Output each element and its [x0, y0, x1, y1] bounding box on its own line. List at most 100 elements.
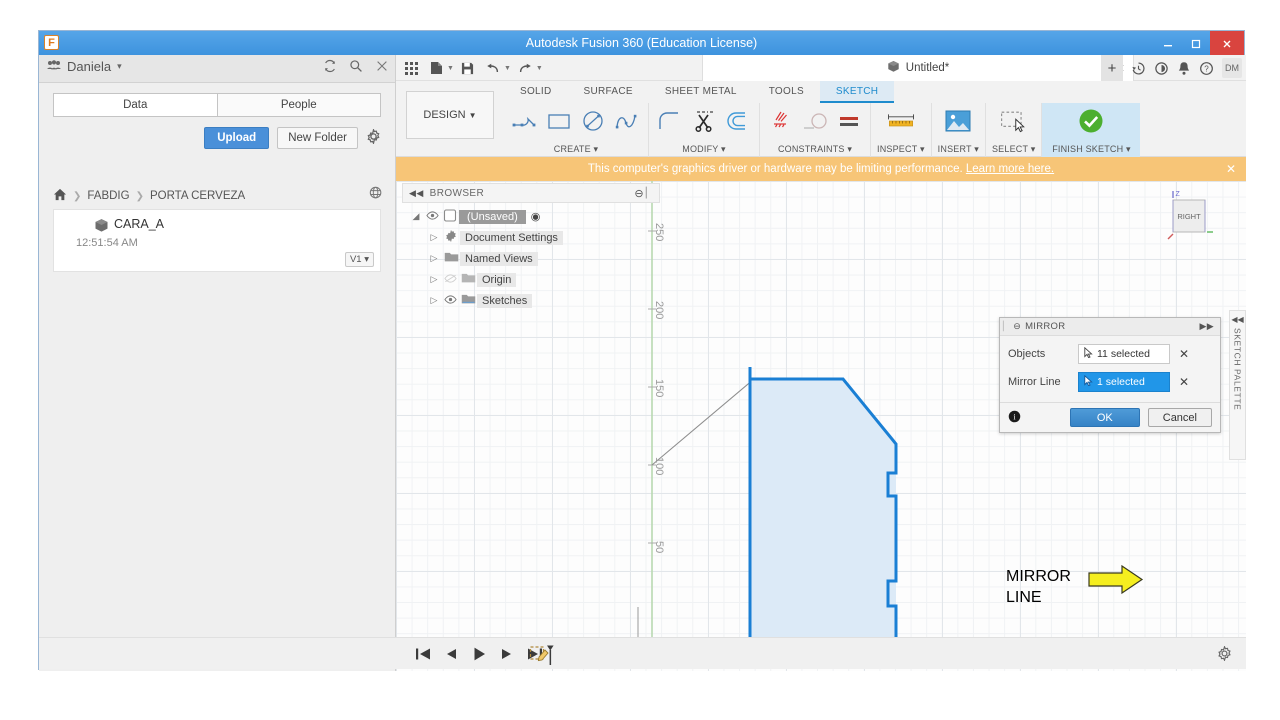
tab-sheet-metal[interactable]: SHEET METAL [649, 81, 753, 103]
active-component-radio[interactable]: ◉ [531, 210, 541, 223]
tab-surface[interactable]: SURFACE [568, 81, 649, 103]
redo-icon[interactable] [514, 57, 536, 79]
home-icon[interactable] [53, 188, 67, 204]
visibility-eye-icon[interactable] [442, 294, 459, 307]
visibility-eye-icon[interactable] [424, 210, 441, 223]
step-forward-icon[interactable] [499, 647, 515, 661]
circle-icon[interactable] [578, 106, 608, 136]
document-tab[interactable]: Untitled* ✕ [702, 55, 1134, 81]
tab-solid[interactable]: SOLID [504, 81, 568, 103]
insert-image-icon[interactable] [943, 106, 973, 136]
browser-resize-handle[interactable]: ▏ [646, 188, 654, 199]
rectangle-icon[interactable] [544, 106, 574, 136]
cancel-button[interactable]: Cancel [1147, 408, 1212, 427]
help-clock-icon[interactable] [1154, 61, 1169, 76]
browser-row-sketches[interactable]: ▷ Sketches [402, 290, 660, 311]
breadcrumb-item-fabdig[interactable]: FABDIG [87, 190, 129, 202]
maximize-icon[interactable] [1182, 31, 1210, 55]
step-back-icon[interactable] [443, 647, 459, 661]
visibility-eye-off-icon[interactable] [442, 273, 459, 286]
expand-arrow-icon[interactable]: ▷ [426, 232, 442, 243]
history-icon[interactable] [1131, 61, 1146, 76]
gear-icon[interactable] [366, 127, 381, 147]
go-to-beginning-icon[interactable] [415, 647, 431, 661]
panel-insert-label[interactable]: INSERT ▾ [938, 144, 979, 157]
breadcrumb-item-porta-cerveza[interactable]: PORTA CERVEZA [150, 190, 245, 202]
globe-icon[interactable] [369, 186, 383, 203]
close-icon[interactable] [375, 59, 389, 76]
collapse-left-icon[interactable]: ◀◀ [403, 188, 430, 199]
expand-right-icon[interactable]: ▶▶ [1200, 321, 1214, 332]
design-workspace-button[interactable]: DESIGN ▼ [406, 91, 494, 139]
line-icon[interactable] [510, 106, 540, 136]
grid-apps-icon[interactable] [400, 57, 422, 79]
expand-arrow-icon[interactable]: ▷ [426, 295, 442, 306]
panel-finish-sketch[interactable]: FINISH SKETCH ▾ [1042, 103, 1141, 157]
offset-icon[interactable] [723, 106, 753, 136]
equal-icon[interactable] [834, 106, 864, 136]
chevron-down-icon[interactable]: ▼ [536, 65, 543, 72]
tab-sketch[interactable]: SKETCH [819, 81, 895, 103]
sketch-canvas[interactable]: 250 200 150 100 50 MIRROR LINE OBJECTS [396, 181, 1246, 671]
help-icon[interactable]: ? [1199, 61, 1214, 76]
new-document-icon[interactable] [425, 57, 447, 79]
mirror-line-selection[interactable]: 1 selected [1078, 372, 1170, 392]
sketch-feature-icon[interactable] [529, 644, 555, 669]
panel-select-label[interactable]: SELECT ▾ [992, 144, 1035, 157]
dialog-grip[interactable]: ▏ [1000, 321, 1013, 332]
close-icon[interactable] [1210, 31, 1244, 55]
expand-arrow-icon[interactable]: ▷ [426, 274, 442, 285]
collapse-right-icon[interactable]: ◀◀ [1231, 315, 1243, 324]
panel-finish-sketch-label[interactable]: FINISH SKETCH ▾ [1052, 144, 1131, 157]
measure-icon[interactable] [886, 106, 916, 136]
warning-learn-more-link[interactable]: Learn more here. [966, 163, 1054, 175]
finish-check-icon[interactable] [1076, 106, 1106, 136]
tab-data[interactable]: Data [54, 94, 217, 116]
browser-row-named-views[interactable]: ▷ Named Views [402, 248, 660, 269]
undo-icon[interactable] [482, 57, 504, 79]
chevron-down-icon[interactable]: ▼ [447, 65, 454, 72]
view-cube[interactable]: RIGHT Z [1162, 189, 1218, 245]
browser-row-document-settings[interactable]: ▷ Document Settings [402, 227, 660, 248]
constraint-icon[interactable] [766, 106, 796, 136]
clear-objects-icon[interactable]: ✕ [1179, 347, 1189, 361]
minus-circle-icon[interactable]: ⊖ [634, 187, 644, 200]
minimize-icon[interactable] [1154, 31, 1182, 55]
sketch-palette-strip[interactable]: ◀◀ SKETCH PALETTE [1229, 310, 1246, 460]
info-icon[interactable]: i [1008, 410, 1021, 426]
tab-tools[interactable]: TOOLS [753, 81, 820, 103]
spline-icon[interactable] [612, 106, 642, 136]
mirror-dialog-header[interactable]: ▏ ⊖ MIRROR ▶▶ [1000, 318, 1220, 336]
close-icon[interactable]: ✕ [1226, 162, 1236, 176]
clear-mirror-line-icon[interactable]: ✕ [1179, 375, 1189, 389]
tangent-icon[interactable] [800, 106, 830, 136]
browser-row-origin[interactable]: ▷ Origin [402, 269, 660, 290]
upload-button[interactable]: Upload [204, 127, 270, 149]
avatar[interactable]: DM [1222, 58, 1242, 78]
trim-scissors-icon[interactable] [689, 106, 719, 136]
panel-create-label[interactable]: CREATE ▾ [554, 144, 598, 157]
panel-inspect-label[interactable]: INSPECT ▾ [877, 144, 925, 157]
user-menu[interactable]: Daniela ▾ [47, 59, 122, 74]
list-item[interactable]: CARA_A 12:51:54 AM V1 ▾ [54, 210, 380, 271]
fillet-icon[interactable] [655, 106, 685, 136]
notifications-bell-icon[interactable] [1177, 61, 1191, 76]
new-folder-button[interactable]: New Folder [277, 127, 358, 149]
minus-circle-icon[interactable]: ⊖ [1013, 321, 1021, 332]
expand-arrow-icon[interactable]: ▷ [426, 253, 442, 264]
gear-icon[interactable] [1217, 645, 1232, 664]
ok-button[interactable]: OK [1069, 408, 1140, 427]
refresh-icon[interactable] [323, 59, 337, 76]
search-icon[interactable] [349, 59, 363, 76]
version-selector[interactable]: V1 ▾ [344, 252, 374, 267]
panel-modify-label[interactable]: MODIFY ▾ [682, 144, 725, 157]
mirror-objects-selection[interactable]: 11 selected [1078, 344, 1170, 364]
play-icon[interactable] [471, 646, 487, 662]
select-window-icon[interactable] [999, 106, 1029, 136]
browser-row-unsaved[interactable]: ◢ (Unsaved) ◉ [402, 206, 660, 227]
expand-arrow-icon[interactable]: ◢ [408, 211, 424, 222]
chevron-down-icon[interactable]: ▼ [504, 65, 511, 72]
panel-constraints-label[interactable]: CONSTRAINTS ▾ [778, 144, 852, 157]
mirror-dialog[interactable]: ▏ ⊖ MIRROR ▶▶ Objects 11 selected ✕ Mirr… [999, 317, 1221, 433]
add-icon[interactable]: + [1101, 55, 1123, 81]
